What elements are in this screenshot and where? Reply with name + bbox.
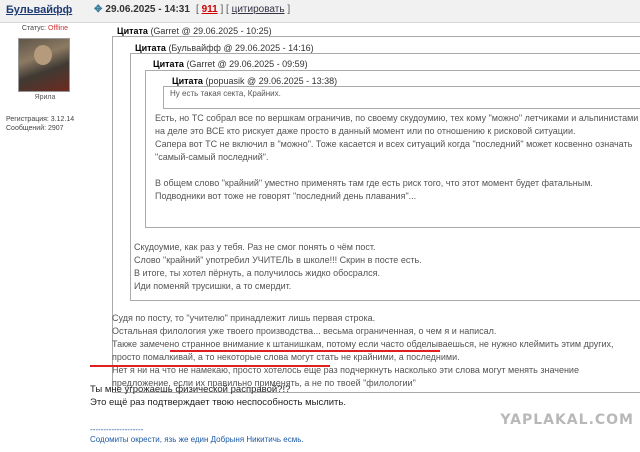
signature-divider: --------------------	[90, 425, 144, 434]
quote-2-meta: (Бульвайфф @ 29.06.2025 - 14:16)	[165, 43, 314, 53]
pin-icon: ✥	[94, 4, 103, 15]
quote-4-header: Цитата (popuasik @ 29.06.2025 - 13:38)	[172, 76, 337, 86]
quote-3-meta: (Garret @ 29.06.2025 - 09:59)	[183, 59, 308, 69]
quote-3-line: "самый-самый последний".	[155, 152, 269, 162]
quote-1-line: Судя по посту, то "учителю" принадлежит …	[112, 313, 376, 323]
watermark: YAPLAKAL.COM	[500, 412, 634, 428]
post-number-group: [ 911 ] [ цитировать ]	[196, 4, 291, 15]
quote-3-line: Сапера вот ТС не включил в "можно". Тоже…	[155, 139, 633, 149]
post-number-link[interactable]: 911	[202, 4, 218, 15]
post-body: Цитата (Garret @ 29.06.2025 - 10:25) Цит…	[90, 22, 640, 452]
quote-2-line: В итоге, ты хотел пёрнуть, а получилось …	[134, 268, 380, 278]
author-link[interactable]: Бульвайфф	[6, 4, 72, 16]
quote-3-line: на деле это ВСЕ кто рискует даже просто …	[155, 126, 576, 136]
quote-2-text: Скудоумие, как раз у тебя. Раз не смог п…	[134, 241, 422, 293]
signature-text: Содомиты окрести, язь же един Добрыня Ни…	[90, 435, 304, 444]
quote-2-line: Слово "крайний" употребил УЧИТЕЛЬ в школ…	[134, 255, 422, 265]
status-label: Статус:	[21, 25, 46, 32]
quote-2-title: Цитата	[135, 43, 166, 53]
quote-2-line: Иди поменяй трусишки, а то смердит.	[134, 281, 292, 291]
reply-line: Ты мне угрожаешь физической расправой?!?	[90, 384, 291, 395]
reply-text: Ты мне угрожаешь физической расправой?!?…	[90, 383, 346, 409]
quote-1-line: Остальная филология уже твоего производс…	[112, 326, 497, 336]
highlight-underline-1	[170, 350, 440, 352]
quote-3-line: В общем слово "крайний" уместно применят…	[155, 178, 593, 188]
cite-link[interactable]: цитировать	[232, 4, 285, 15]
message-count: Сообщений: 2907	[6, 125, 64, 132]
user-status: Статус: Offline	[0, 25, 90, 32]
quote-4-meta: (popuasik @ 29.06.2025 - 13:38)	[202, 76, 338, 86]
post-header: Бульвайфф ✥ 29.06.2025 - 14:31 [ 911 ] [ …	[0, 0, 640, 23]
avatar[interactable]	[18, 38, 70, 92]
quote-1-header: Цитата (Garret @ 29.06.2025 - 10:25)	[117, 26, 272, 36]
quote-3-line	[155, 164, 638, 177]
quote-3-line: Есть, но ТС собрал все по вершкам ограни…	[155, 113, 639, 123]
quote-2-line: Скудоумие, как раз у тебя. Раз не смог п…	[134, 242, 376, 252]
quote-1-title: Цитата	[117, 26, 148, 36]
quote-3-line: Подводники вот тоже не говорят "последни…	[155, 191, 417, 201]
quote-2-header: Цитата (Бульвайфф @ 29.06.2025 - 14:16)	[135, 43, 314, 53]
user-panel: Статус: Offline Ярила Регистрация: 3.12.…	[0, 22, 90, 452]
status-value: Offline	[47, 25, 69, 32]
quote-1-meta: (Garret @ 29.06.2025 - 10:25)	[147, 26, 272, 36]
user-rank: Ярила	[34, 94, 56, 101]
quote-3-header: Цитата (Garret @ 29.06.2025 - 09:59)	[153, 59, 308, 69]
quote-1-line: просто помалкивай, а то некоторые слова …	[112, 352, 460, 362]
quote-3-title: Цитата	[153, 59, 184, 69]
post-datetime: ✥ 29.06.2025 - 14:31	[94, 4, 190, 15]
reply-line: Это ещё раз подтверждает твою неспособно…	[90, 397, 346, 408]
post-datetime-text: 29.06.2025 - 14:31	[105, 4, 190, 15]
quote-4-text: Ну есть такая секта, Крайних.	[170, 89, 281, 98]
quote-4-title: Цитата	[172, 76, 203, 86]
highlight-underline-2	[90, 365, 330, 367]
user-info: Регистрация: 3.12.14 Сообщений: 2907	[6, 115, 74, 133]
quote-3-text: Есть, но ТС собрал все по вершкам ограни…	[155, 112, 638, 203]
registration-date: Регистрация: 3.12.14	[6, 116, 75, 123]
